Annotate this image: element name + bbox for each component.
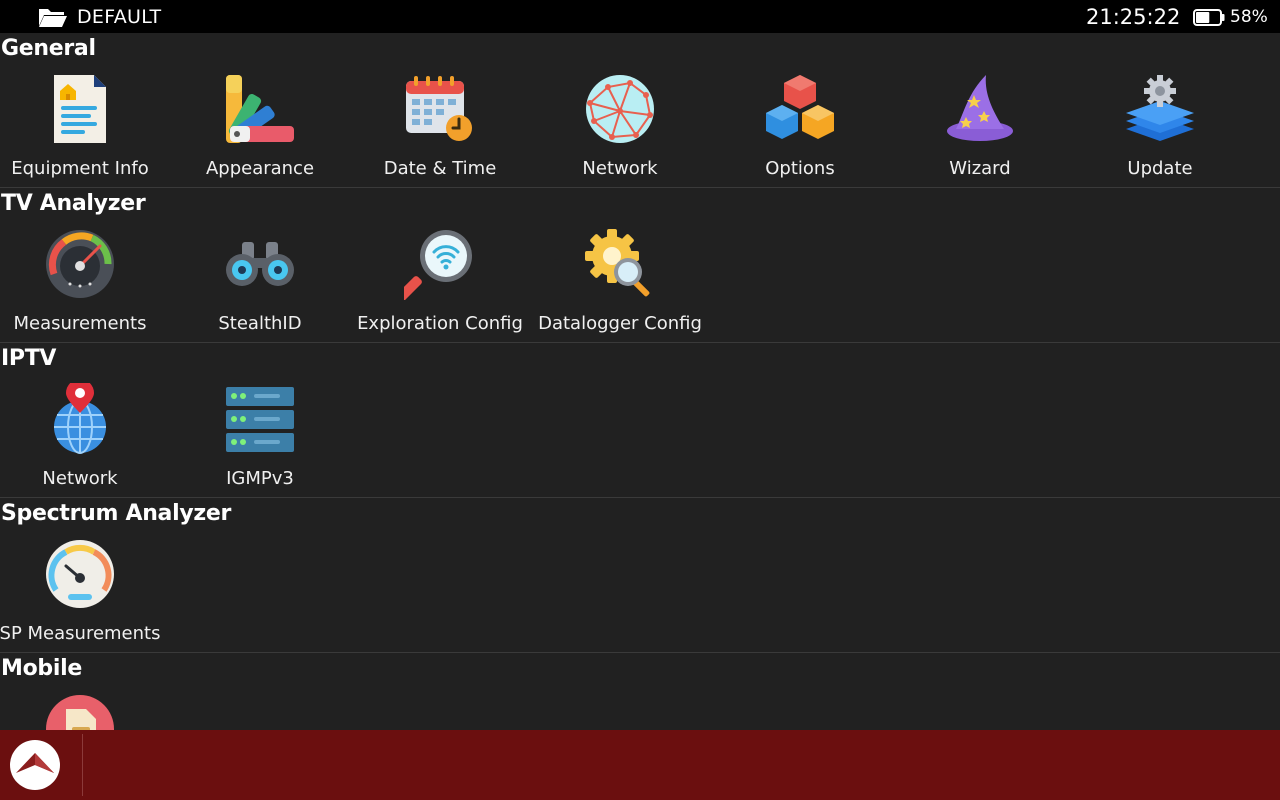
tile-label: Date & Time <box>383 158 497 179</box>
tile-label: Exploration Config <box>357 313 523 334</box>
speedometer-icon <box>46 540 114 608</box>
appearance-palette-icon <box>226 75 294 143</box>
sim-card-icon <box>46 695 114 730</box>
server-stack-icon <box>226 387 294 452</box>
tile-label: Equipment Info <box>11 158 149 179</box>
battery-icon <box>1193 9 1225 26</box>
tile-stealthid[interactable]: StealthID <box>170 188 350 343</box>
footer-divider <box>82 734 83 796</box>
tile-label: Network <box>582 158 658 179</box>
tile-label: Network <box>42 468 118 489</box>
cubes-options-icon <box>766 75 834 139</box>
wizard-hat-icon <box>947 75 1013 141</box>
bottom-bar <box>0 730 1280 800</box>
layers-gear-update-icon <box>1126 75 1194 141</box>
section-iptv: IPTV Network IGMPv3 <box>0 343 1280 498</box>
tile-igmpv3[interactable]: IGMPv3 <box>170 343 350 498</box>
tile-equipment-info[interactable]: Equipment Info <box>0 33 170 188</box>
tile-options[interactable]: Options <box>710 33 890 188</box>
profile-name[interactable]: DEFAULT <box>77 6 161 28</box>
tile-label: Wizard <box>949 158 1011 179</box>
tile-label: Measurements <box>13 313 147 334</box>
brand-logo-icon <box>16 753 54 773</box>
tile-iptv-network[interactable]: Network <box>0 343 170 498</box>
clock: 21:25:22 <box>1086 5 1181 29</box>
binoculars-icon <box>226 242 294 286</box>
equipment-info-icon <box>54 75 106 143</box>
tile-network[interactable]: Network <box>530 33 710 188</box>
tile-label: StealthID <box>218 313 302 334</box>
tile-exploration-config[interactable]: Exploration Config <box>350 188 530 343</box>
tile-label: SP Measurements <box>0 623 161 644</box>
calendar-clock-icon <box>406 76 472 141</box>
tile-date-time[interactable]: Date & Time <box>350 33 530 188</box>
globe-network-icon <box>586 75 654 143</box>
section-spectrum-analyzer: Spectrum Analyzer SP Measurements <box>0 498 1280 653</box>
tile-label: Appearance <box>205 158 315 179</box>
tile-label: Datalogger Config <box>538 313 702 334</box>
gauge-icon <box>46 230 114 298</box>
tile-appearance[interactable]: Appearance <box>170 33 350 188</box>
section-tv-analyzer: TV Analyzer Measurements StealthID Explo… <box>0 188 1280 343</box>
tile-measurements[interactable]: Measurements <box>0 188 170 343</box>
battery-percent: 58% <box>1230 7 1268 27</box>
tile-sp-measurements[interactable]: SP Measurements <box>0 498 170 653</box>
home-button[interactable] <box>10 740 60 790</box>
tile-update[interactable]: Update <box>1070 33 1250 188</box>
magnifier-wifi-icon <box>404 230 472 300</box>
section-general: General Equipment Info Appearance Date &… <box>0 33 1280 188</box>
section-mobile: Mobile <box>0 653 1280 730</box>
globe-pin-icon <box>54 383 106 454</box>
settings-menu: General Equipment Info Appearance Date &… <box>0 33 1280 730</box>
tile-datalogger-config[interactable]: Datalogger Config <box>530 188 710 343</box>
tile-label: Options <box>765 158 835 179</box>
tile-wizard[interactable]: Wizard <box>890 33 1070 188</box>
folder-open-icon[interactable] <box>38 6 68 28</box>
tile-mobile-sim[interactable] <box>0 653 170 730</box>
tile-label: Update <box>1127 158 1193 179</box>
status-bar: DEFAULT 21:25:22 58% <box>0 0 1280 33</box>
tile-label: IGMPv3 <box>226 468 294 489</box>
gear-magnifier-icon <box>585 229 650 297</box>
